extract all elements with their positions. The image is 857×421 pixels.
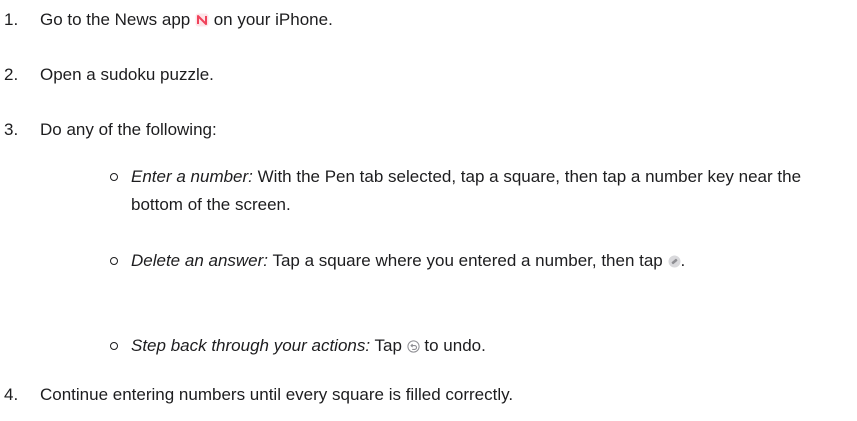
step-text: Do any of the following: (40, 120, 217, 139)
step-number: 1. (4, 10, 19, 29)
bullet-icon (110, 257, 118, 265)
substep-enter-number: Enter a number: With the Pen tab selecte… (110, 163, 855, 223)
substep-label: Enter a number: (131, 167, 253, 186)
bullet-icon (110, 342, 118, 350)
substep-after: to undo. (419, 336, 486, 355)
step-text: Go to the News app on your iPhone. (40, 8, 333, 34)
substep-text: Step back through your actions: Tap to u… (131, 332, 851, 362)
substep-text: Delete an answer: Tap a square where you… (131, 247, 851, 277)
undo-icon (407, 334, 420, 362)
step-number: 4. (4, 385, 19, 404)
substep-body: Tap a square where you entered a number,… (268, 251, 663, 270)
substep-label: Step back through your actions: (131, 336, 371, 355)
substep-delete-answer: Delete an answer: Tap a square where you… (110, 247, 855, 307)
substep-after: . (680, 251, 686, 270)
bullet-icon (110, 173, 118, 181)
eraser-icon (668, 249, 681, 277)
substep-step-back: Step back through your actions: Tap to u… (110, 332, 855, 362)
step-text-before: Go to the News app (40, 10, 191, 29)
step-number: 2. (4, 65, 19, 84)
substep-body: Tap (370, 336, 402, 355)
step-text: Open a sudoku puzzle. (40, 65, 214, 84)
step-text-after: on your iPhone. (209, 10, 333, 29)
news-app-icon (195, 10, 209, 34)
instruction-steps: 1. Go to the News app on your iPhone. 2.… (0, 0, 857, 421)
step-text: Continue entering numbers until every sq… (40, 385, 514, 404)
substep-text: Enter a number: With the Pen tab selecte… (131, 163, 851, 219)
step-number: 3. (4, 120, 19, 139)
substep-label: Delete an answer: (131, 251, 269, 270)
